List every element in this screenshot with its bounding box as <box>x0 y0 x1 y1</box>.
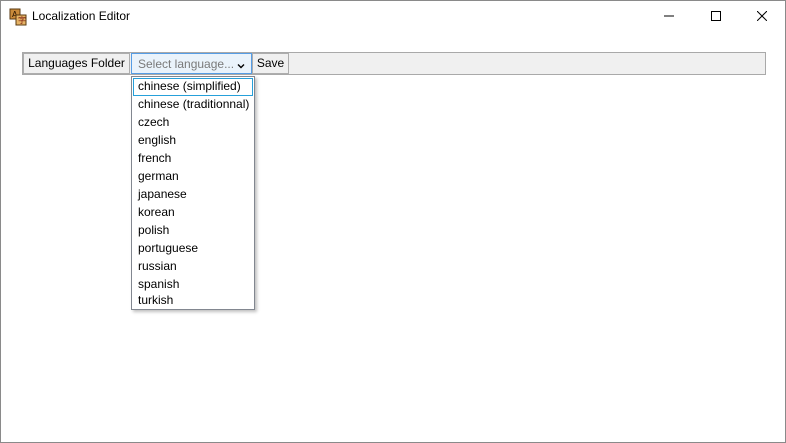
maximize-button[interactable] <box>693 1 739 32</box>
maximize-icon <box>711 8 721 26</box>
close-icon <box>756 8 768 26</box>
list-item-german[interactable]: german <box>133 168 253 186</box>
list-item-portuguese[interactable]: portuguese <box>133 240 253 258</box>
close-button[interactable] <box>739 1 785 32</box>
window-title: Localization Editor <box>32 9 131 23</box>
list-item-english[interactable]: english <box>133 132 253 150</box>
list-item-korean[interactable]: korean <box>133 204 253 222</box>
minimize-button[interactable] <box>646 1 692 32</box>
list-item-turkish[interactable]: turkish <box>133 292 253 310</box>
list-item-chinese-traditionnal[interactable]: chinese (traditionnal) <box>133 96 253 114</box>
language-select[interactable]: Select language... <box>131 53 252 74</box>
list-item-japanese[interactable]: japanese <box>133 186 253 204</box>
list-item-polish[interactable]: polish <box>133 222 253 240</box>
language-select-placeholder: Select language... <box>138 57 235 71</box>
list-item-chinese-simplified[interactable]: chinese (simplified) <box>133 78 253 96</box>
chevron-down-icon <box>236 58 246 69</box>
language-dropdown-list: chinese (simplified) chinese (traditionn… <box>131 76 255 310</box>
title-bar[interactable]: A 字 Localization Editor <box>1 1 785 32</box>
minimize-icon <box>664 8 674 26</box>
list-item-russian[interactable]: russian <box>133 258 253 276</box>
localization-app-icon: A 字 <box>9 8 27 26</box>
list-item-czech[interactable]: czech <box>133 114 253 132</box>
save-button[interactable]: Save <box>252 53 289 74</box>
languages-folder-button[interactable]: Languages Folder <box>23 53 130 74</box>
app-window: A 字 Localization Editor Languages Folder… <box>0 0 786 443</box>
list-item-french[interactable]: french <box>133 150 253 168</box>
toolbar: Languages Folder Select language... Save <box>22 52 766 75</box>
svg-text:字: 字 <box>18 15 26 25</box>
